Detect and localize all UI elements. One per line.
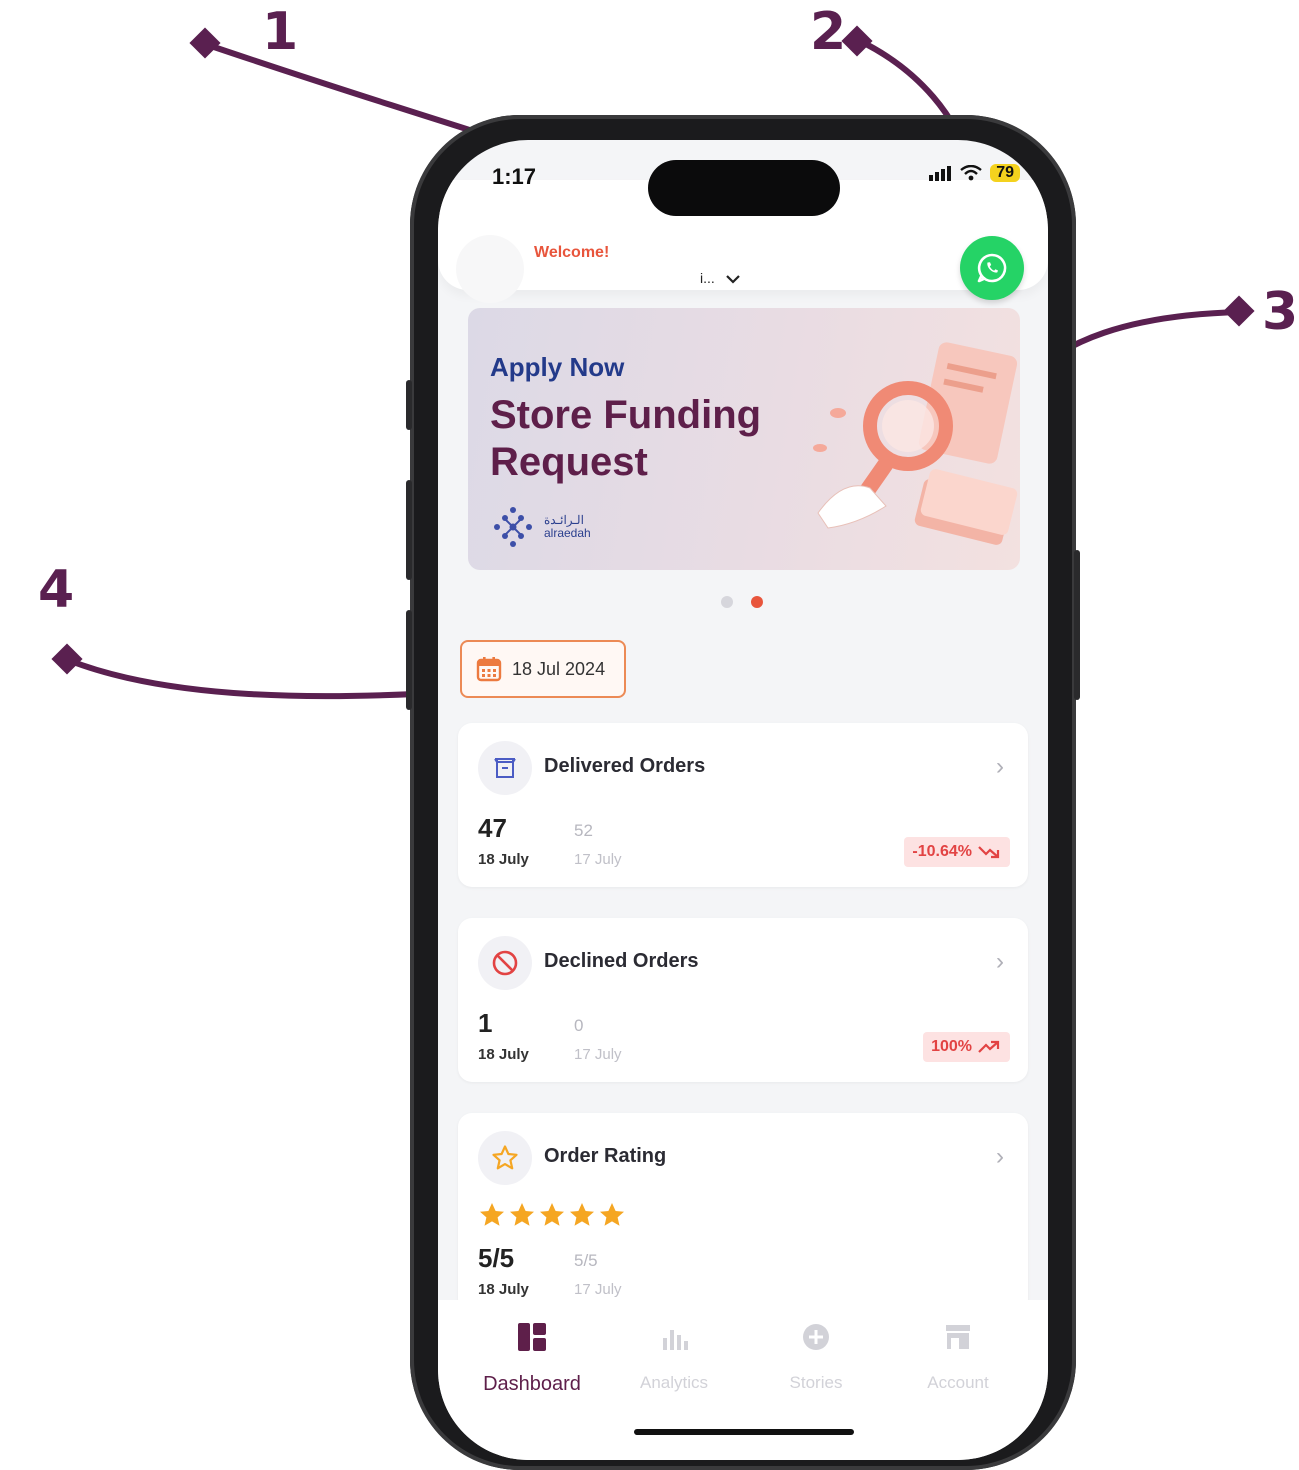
rating-star-icon — [570, 1203, 594, 1226]
callout-number-3: 3 — [1262, 282, 1299, 342]
home-indicator — [634, 1429, 854, 1435]
partner-logo: الـرائـدة alraedah — [490, 504, 591, 550]
today-date: 18 July — [478, 851, 529, 868]
whatsapp-button[interactable] — [960, 236, 1024, 300]
store-selector[interactable]: i... — [700, 270, 741, 286]
welcome-text: Welcome! — [534, 244, 610, 261]
date-filter-value: 18 Jul 2024 — [512, 658, 606, 679]
battery-level: 79 — [990, 164, 1020, 182]
order-rating-card[interactable]: Order Rating › 5/5 5/5 18 July 17 July — [458, 1113, 1028, 1313]
wifi-icon — [960, 165, 982, 181]
callout-number-2: 2 — [810, 2, 847, 62]
tab-label: Analytics — [639, 1373, 709, 1392]
callout-line-4 — [65, 657, 455, 700]
card-title: Delivered Orders — [544, 755, 706, 777]
carousel-dot-2[interactable] — [751, 596, 763, 608]
rating-stars — [478, 1201, 626, 1229]
callout-marker-4 — [51, 643, 83, 675]
tab-label: Account — [927, 1373, 989, 1392]
date-filter-button[interactable]: 18 Jul 2024 — [460, 640, 626, 698]
phone-power-button — [1074, 550, 1080, 700]
previous-date: 17 July — [574, 1281, 622, 1298]
phone-side-button — [406, 480, 412, 580]
card-icon-wrap — [478, 1131, 532, 1185]
stories-icon — [803, 1324, 829, 1350]
previous-value: 0 — [574, 1016, 584, 1035]
card-title: Declined Orders — [544, 950, 699, 972]
card-icon-wrap — [478, 741, 532, 795]
tab-stories[interactable]: Stories — [746, 1322, 886, 1393]
carousel-indicator — [721, 596, 763, 608]
change-badge: 100% — [923, 1032, 1010, 1062]
bottom-tab-bar: Dashboard Analytics Stories Account — [438, 1300, 1048, 1460]
tab-label: Dashboard — [483, 1373, 581, 1395]
analytics-icon — [663, 1330, 688, 1350]
chevron-right-icon: › — [996, 948, 1004, 975]
previous-value: 5/5 — [574, 1251, 598, 1270]
banner-title: Store Funding Request — [490, 393, 762, 484]
today-date: 18 July — [478, 1281, 529, 1298]
callout-number-4: 4 — [38, 560, 75, 620]
phone-screen: Welcome! i... 1:17 79 Apply Now Store Fu… — [438, 140, 1048, 1460]
rating-star-icon — [510, 1203, 534, 1226]
dynamic-island — [648, 160, 840, 216]
carousel-dot-1[interactable] — [721, 596, 733, 608]
chevron-down-icon — [725, 275, 740, 284]
trend-down-icon — [978, 846, 1000, 859]
callout-marker-1 — [189, 27, 221, 59]
calendar-icon — [476, 657, 502, 682]
store-icon — [946, 1325, 970, 1349]
chevron-right-icon: › — [996, 753, 1004, 780]
status-time: 1:17 — [492, 164, 537, 189]
tab-account[interactable]: Account — [888, 1322, 1028, 1393]
tab-label: Stories — [789, 1373, 843, 1392]
status-icons: 79 — [928, 164, 1020, 182]
change-percent: 100% — [931, 1038, 972, 1055]
today-value: 5/5 — [478, 1243, 515, 1273]
alraedah-logo-mark — [494, 507, 532, 547]
today-value: 47 — [478, 813, 507, 843]
banner-illustration — [813, 342, 1018, 545]
box-icon — [494, 758, 516, 778]
store-name: i... — [700, 270, 715, 286]
star-icon — [492, 1145, 518, 1170]
dashboard-icon — [518, 1323, 546, 1351]
change-percent: -10.64% — [912, 843, 972, 860]
chevron-right-icon: › — [996, 1143, 1004, 1170]
declined-orders-card[interactable]: Declined Orders › 1 0 18 July 17 July 10… — [458, 918, 1028, 1082]
rating-star-icon — [540, 1203, 564, 1226]
logo-latin-text: alraedah — [544, 526, 591, 540]
tab-dashboard[interactable]: Dashboard — [462, 1322, 602, 1396]
tab-analytics[interactable]: Analytics — [604, 1322, 744, 1393]
ban-icon — [492, 950, 518, 976]
promo-banner[interactable]: Apply Now Store Funding Request الـرائـد… — [468, 308, 1020, 570]
whatsapp-icon — [977, 253, 1007, 283]
rating-star-icon — [480, 1203, 504, 1226]
delivered-orders-card[interactable]: Delivered Orders › 47 52 18 July 17 July… — [458, 723, 1028, 887]
today-value: 1 — [478, 1008, 493, 1038]
rating-star-icon — [600, 1203, 624, 1226]
phone-side-button — [406, 610, 412, 710]
previous-date: 17 July — [574, 851, 622, 868]
today-date: 18 July — [478, 1046, 529, 1063]
change-badge: -10.64% — [904, 837, 1010, 867]
card-icon-wrap — [478, 936, 532, 990]
avatar[interactable] — [456, 235, 524, 303]
banner-kicker: Apply Now — [490, 352, 625, 382]
trend-up-icon — [978, 1040, 1000, 1053]
callout-number-1: 1 — [262, 2, 299, 62]
phone-side-button — [406, 380, 412, 430]
callout-marker-3 — [1223, 295, 1255, 327]
card-title: Order Rating — [544, 1145, 667, 1167]
cellular-signal-icon — [929, 166, 952, 181]
previous-date: 17 July — [574, 1046, 622, 1063]
previous-value: 52 — [574, 821, 593, 840]
